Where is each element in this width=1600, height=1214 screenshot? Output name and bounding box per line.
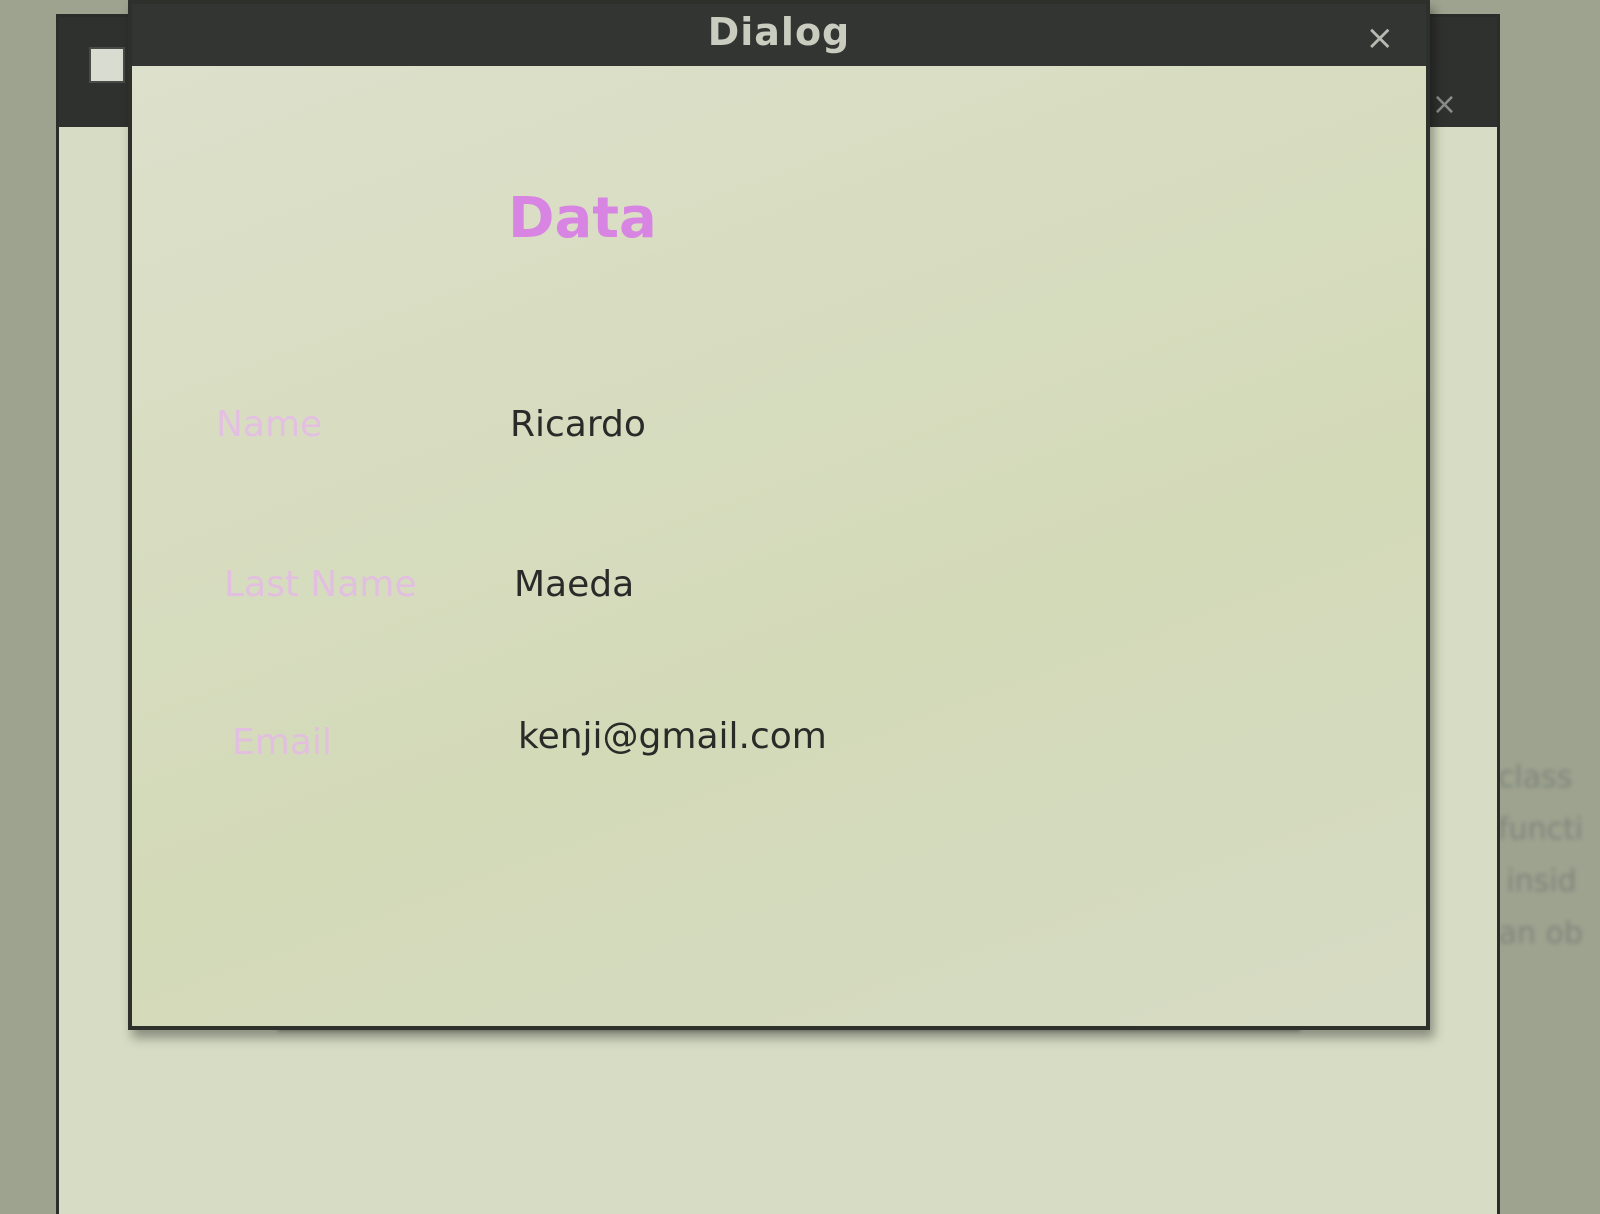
- close-icon[interactable]: ×: [1432, 87, 1457, 122]
- dialog-window: Dialog × Data Name Ricardo Last Name Mae…: [128, 0, 1430, 1030]
- email-value: kenji@gmail.com: [518, 716, 827, 757]
- window-menu-icon[interactable]: [89, 47, 125, 83]
- last-name-value: Maeda: [514, 564, 635, 605]
- name-label: Name: [216, 404, 323, 445]
- dialog-title: Dialog: [707, 10, 851, 54]
- data-heading: Data: [508, 186, 657, 251]
- email-label: Email: [232, 722, 332, 763]
- dialog-titlebar[interactable]: Dialog ×: [132, 4, 1426, 66]
- close-icon[interactable]: ×: [1366, 18, 1395, 58]
- name-value: Ricardo: [510, 404, 646, 445]
- dialog-body: Data Name Ricardo Last Name Maeda Email …: [132, 66, 1426, 1026]
- last-name-label: Last Name: [224, 564, 417, 605]
